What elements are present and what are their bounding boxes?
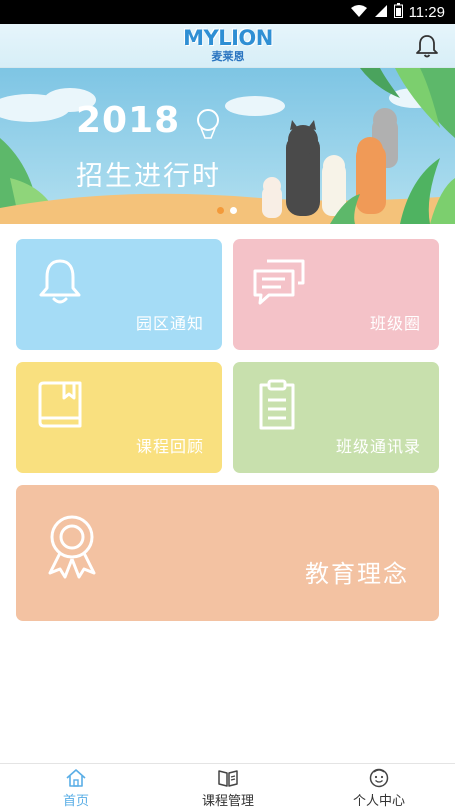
tile-label: 园区通知 — [135, 314, 204, 333]
tile-class-contacts[interactable]: 班级通讯录 — [233, 362, 439, 473]
nav-course-label: 课程管理 — [201, 794, 254, 809]
tile-label: 教育理念 — [305, 560, 409, 588]
banner-subtitle: 招生进行时 — [76, 161, 221, 192]
signal-icon — [374, 4, 388, 22]
tile-education-philosophy[interactable]: 教育理念 — [16, 485, 439, 621]
notification-bell-icon[interactable] — [415, 33, 439, 59]
tile-label: 班级通讯录 — [335, 437, 421, 456]
book-icon — [38, 381, 82, 428]
tile-label: 班级圈 — [369, 314, 421, 333]
banner-year: 2018 — [76, 100, 181, 141]
wifi-icon — [350, 4, 368, 22]
status-time: 11:29 — [408, 4, 445, 21]
open-book-icon — [218, 770, 238, 787]
tile-course-review[interactable]: 课程回顾 — [16, 362, 222, 473]
carousel-dot-2[interactable] — [230, 207, 237, 214]
smiley-face-icon — [369, 768, 389, 788]
carousel-indicator — [217, 207, 237, 214]
home-icon — [66, 769, 86, 787]
battery-icon — [393, 3, 403, 22]
promo-banner[interactable]: 2018 招生进行时 — [0, 68, 455, 224]
nav-home[interactable]: 首页 — [0, 768, 152, 809]
nav-personal-center[interactable]: 个人中心 — [303, 768, 455, 809]
tile-campus-notice[interactable]: 园区通知 — [16, 239, 222, 350]
bell-icon — [39, 259, 81, 304]
app-bar: MYLION 麦莱恩 — [0, 24, 455, 68]
carousel-dot-1[interactable] — [217, 207, 224, 214]
logo-text: MYLION — [183, 26, 273, 50]
tile-class-circle[interactable]: 班级圈 — [233, 239, 439, 350]
nav-home-label: 首页 — [62, 794, 89, 809]
logo-subtext: 麦莱恩 — [211, 50, 245, 63]
tile-label: 课程回顾 — [135, 437, 204, 456]
nav-personal-label: 个人中心 — [352, 794, 405, 809]
chat-bubbles-icon — [253, 259, 305, 305]
nav-course-management[interactable]: 课程管理 — [152, 768, 304, 809]
award-ribbon-icon — [48, 515, 96, 579]
bottom-nav: 首页 课程管理 个人中心 — [0, 763, 455, 810]
banner-illustration — [0, 68, 455, 224]
status-bar: 11:29 — [0, 0, 455, 24]
app-logo: MYLION 麦莱恩 — [182, 26, 274, 66]
clipboard-icon — [259, 379, 295, 430]
